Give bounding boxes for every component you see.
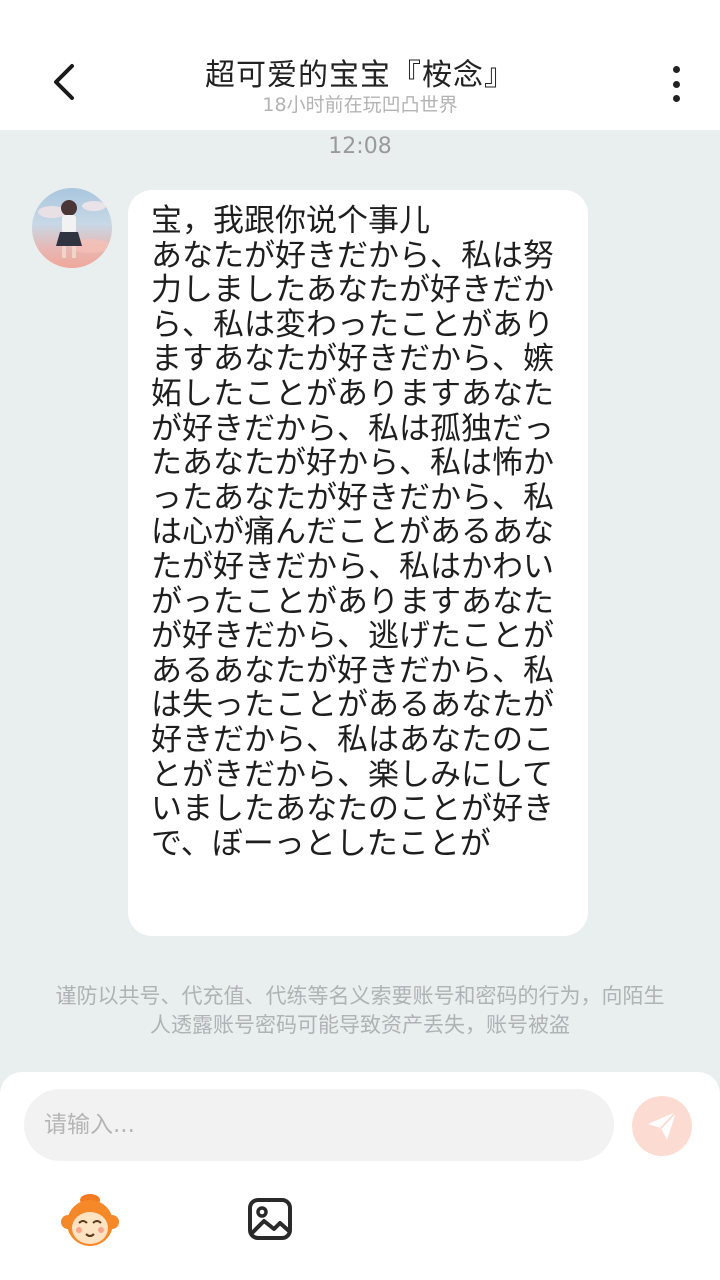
more-options-button[interactable]: [656, 62, 696, 106]
avatar[interactable]: [32, 188, 112, 268]
chat-title: 超可爱的宝宝『桉念』: [205, 58, 515, 93]
chat-header: 超可爱的宝宝『桉念』 18小时前在玩凹凸世界: [0, 0, 720, 130]
message-text: 宝，我跟你说个事儿 あなたが好きだから、私は努力しましたあなたが好きだから、私は…: [151, 203, 554, 862]
monkey-face-icon: [61, 1194, 119, 1246]
image-icon: [248, 1198, 292, 1240]
paper-plane-icon: [648, 1111, 677, 1140]
emoji-button[interactable]: [60, 1192, 120, 1250]
chat-status: 18小时前在玩凹凸世界: [262, 94, 458, 116]
message-composer: [0, 1072, 720, 1280]
message-timestamp: 12:08: [328, 134, 392, 159]
girl-pink-sky-avatar: [38, 200, 110, 258]
image-button[interactable]: [246, 1195, 294, 1243]
message-bubble[interactable]: 宝，我跟你说个事儿 あなたが好きだから、私は努力しましたあなたが好きだから、私は…: [128, 190, 588, 936]
message-input[interactable]: [24, 1089, 614, 1161]
send-button[interactable]: [632, 1096, 692, 1156]
vertical-ellipsis-icon: [672, 66, 680, 73]
security-notice: 谨防以共号、代充值、代练等名义索要账号和密码的行为，向陌生人透露账号密码可能导致…: [55, 984, 665, 1037]
